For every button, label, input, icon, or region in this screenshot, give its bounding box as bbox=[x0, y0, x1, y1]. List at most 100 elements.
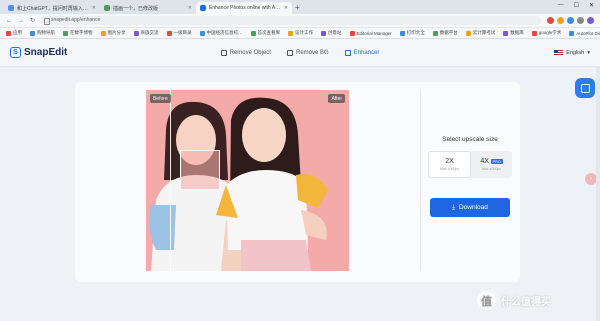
bookmark-item[interactable]: 数据平台 bbox=[432, 30, 458, 36]
forward-icon[interactable]: → bbox=[18, 18, 24, 24]
extension-icon[interactable] bbox=[577, 17, 584, 24]
bookmark-icon bbox=[63, 30, 68, 36]
bookmark-icon bbox=[432, 30, 438, 36]
bookmarks-bar: 应用 购物导航 在数字博物 图片分享 商旅交流 一级目录 中国经济信息综… 首次查看库 设计工作… bbox=[0, 28, 600, 39]
nav-label: Remove Object bbox=[229, 50, 271, 56]
bookmark-label: 一级目录 bbox=[173, 30, 192, 35]
bookmark-label: 数据平台 bbox=[439, 30, 458, 35]
bookmark-icon bbox=[250, 30, 256, 36]
close-tab-icon[interactable]: ✕ bbox=[92, 5, 96, 11]
upscale-option-4x[interactable]: 4X PRO Max 4000px bbox=[471, 151, 512, 178]
bookmark-item[interactable]: Editorial Manager bbox=[349, 30, 392, 36]
close-tab-icon[interactable]: ✕ bbox=[188, 5, 192, 11]
extension-icon[interactable] bbox=[567, 17, 574, 24]
bookmark-icon bbox=[288, 30, 293, 36]
bookmark-item[interactable]: 在数字博物 bbox=[63, 30, 93, 36]
download-icon: ⤓ bbox=[452, 203, 455, 211]
bookmark-label: 创意站 bbox=[328, 30, 342, 35]
bookmark-label: 商旅交流 bbox=[140, 30, 159, 35]
floating-tool-button[interactable] bbox=[575, 78, 595, 98]
reload-icon[interactable]: ↻ bbox=[30, 17, 35, 24]
option-sub: Max 1000px bbox=[439, 167, 460, 171]
nav-enhancer[interactable]: Enhancer bbox=[344, 50, 379, 56]
photo-illustration bbox=[146, 90, 349, 271]
remove-bg-icon bbox=[286, 50, 293, 56]
chevron-down-icon: ▾ bbox=[587, 49, 590, 56]
screen-capture-icon bbox=[580, 83, 590, 93]
download-button[interactable]: ⤓ Download bbox=[430, 198, 510, 217]
browser-tab[interactable]: 插画一个，已修改版 ✕ bbox=[100, 2, 196, 14]
bookmark-item[interactable]: 设计工作 bbox=[288, 30, 313, 36]
zoom-preview bbox=[180, 150, 220, 190]
profile-avatar-icon[interactable] bbox=[587, 17, 594, 24]
bookmark-item[interactable]: 首次查看库 bbox=[250, 30, 280, 36]
bookmark-item[interactable]: 购物导航 bbox=[30, 30, 55, 36]
main-nav: Remove Object Remove BG Enhancer bbox=[0, 39, 600, 67]
bookmark-item[interactable]: 打印大全 bbox=[399, 30, 425, 36]
bookmark-label: 应用 bbox=[13, 30, 22, 35]
extensions bbox=[547, 17, 594, 24]
scrollbar[interactable] bbox=[596, 67, 600, 321]
option-size: 2X bbox=[445, 158, 454, 165]
language-selector[interactable]: English ▾ bbox=[554, 49, 590, 56]
bookmark-icon bbox=[30, 30, 35, 36]
window-controls: — ☐ ✕ bbox=[558, 2, 594, 9]
browser-tab[interactable]: 和上ChatGPT，提问时再输入… ✕ bbox=[4, 2, 100, 14]
bookmark-item[interactable]: 云计算考试 bbox=[465, 30, 496, 36]
bookmark-label: 设计工作 bbox=[295, 30, 313, 35]
comparison-slider-handle[interactable] bbox=[170, 90, 171, 271]
bookmark-icon bbox=[321, 30, 326, 36]
back-icon[interactable]: ← bbox=[6, 18, 12, 24]
bookmark-item[interactable]: 应用 bbox=[6, 30, 22, 36]
before-label: Before bbox=[150, 94, 171, 103]
bookmark-label: 打印大全 bbox=[406, 30, 425, 35]
browser-tab-bar: 和上ChatGPT，提问时再输入… ✕ 插画一个，已修改版 ✕ Enhance … bbox=[0, 0, 600, 14]
bookmark-item[interactable]: 创意站 bbox=[321, 30, 342, 36]
bookmark-label: Editorial Manager bbox=[356, 30, 392, 36]
bookmark-icon bbox=[465, 30, 471, 36]
url-field[interactable]: snapedit.app/enhance bbox=[41, 16, 541, 25]
bookmark-icon bbox=[133, 30, 139, 36]
option-label: 4X PRO bbox=[480, 158, 503, 165]
bookmark-label: 购物导航 bbox=[37, 30, 55, 35]
option-label: 2X bbox=[445, 158, 454, 165]
bookmark-item[interactable]: 一级目录 bbox=[166, 30, 192, 36]
bookmark-icon bbox=[199, 30, 205, 36]
panel-divider bbox=[420, 90, 421, 271]
browser-tab-active[interactable]: Enhance Photos online with A… ✕ bbox=[196, 2, 292, 14]
bookmark-item[interactable]: 商旅交流 bbox=[133, 30, 159, 36]
new-tab-button[interactable]: + bbox=[295, 2, 300, 14]
address-bar: ← → ↻ snapedit.app/enhance bbox=[0, 14, 600, 28]
bookmark-icon bbox=[6, 30, 11, 36]
bookmark-item[interactable]: 数据库 bbox=[503, 30, 524, 36]
extension-icon[interactable] bbox=[547, 17, 554, 24]
snapedit-logo[interactable]: S SnapEdit bbox=[10, 47, 67, 58]
option-sub: Max 4000px bbox=[481, 167, 502, 171]
bookmark-label: 云计算考试 bbox=[472, 30, 496, 35]
maximize-icon[interactable]: ☐ bbox=[574, 2, 579, 9]
tab-favicon-icon bbox=[8, 5, 14, 11]
nav-label: Remove BG bbox=[295, 50, 329, 56]
bookmark-icon bbox=[399, 30, 405, 36]
bookmark-icon bbox=[531, 30, 537, 36]
after-label: After bbox=[328, 94, 345, 103]
comparison-photo[interactable]: Before After bbox=[146, 90, 349, 271]
bookmark-item[interactable]: 图片分享 bbox=[100, 30, 126, 36]
bookmark-item[interactable]: AutoPlot Dice bbox=[569, 30, 600, 36]
extension-icon[interactable] bbox=[557, 17, 564, 24]
close-tab-icon[interactable]: ✕ bbox=[284, 5, 288, 11]
us-flag-icon bbox=[554, 49, 564, 56]
upscale-option-2x[interactable]: 2X Max 1000px bbox=[428, 151, 471, 178]
tab-title: 插画一个，已修改版 bbox=[113, 5, 159, 12]
minimize-icon[interactable]: — bbox=[558, 2, 564, 9]
bookmark-label: 数据库 bbox=[510, 30, 524, 35]
bookmark-icon bbox=[569, 30, 575, 36]
close-window-icon[interactable]: ✕ bbox=[589, 2, 594, 9]
bookmark-item[interactable]: google学术 bbox=[531, 30, 561, 36]
watermark-text: 什么值得买 bbox=[501, 297, 551, 308]
nav-remove-bg[interactable]: Remove BG bbox=[286, 50, 329, 56]
bookmark-item[interactable]: 中国经济信息综… bbox=[199, 30, 243, 36]
tab-favicon-icon bbox=[200, 5, 206, 11]
nav-remove-object[interactable]: Remove Object bbox=[220, 50, 271, 56]
app-header: S SnapEdit Remove Object Remove BG Enhan… bbox=[0, 39, 600, 67]
